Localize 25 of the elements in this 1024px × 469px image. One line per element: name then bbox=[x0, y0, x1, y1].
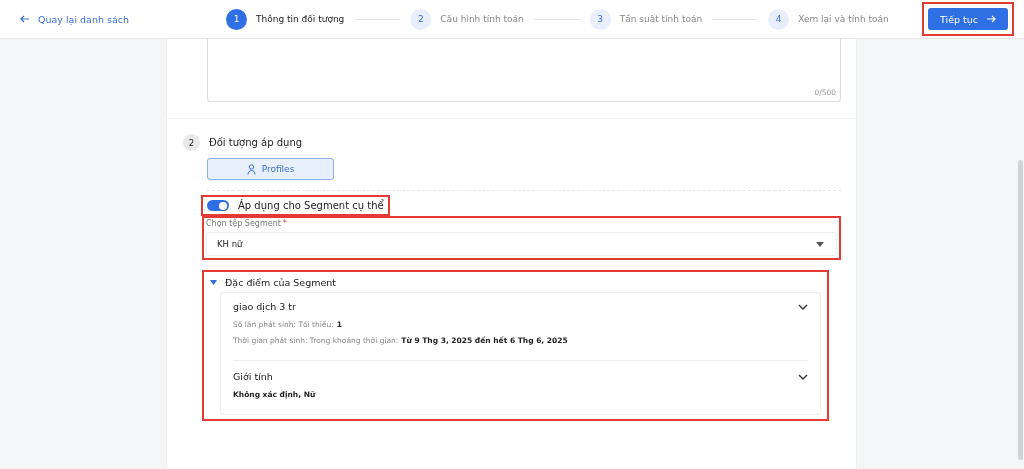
required-mark: * bbox=[282, 219, 287, 228]
toggle-label: Áp dụng cho Segment cụ thể bbox=[238, 200, 384, 211]
collapse-header[interactable]: Đặc điểm của Segment bbox=[210, 272, 821, 292]
step-tab[interactable]: 2 Cấu hình tính toán bbox=[410, 8, 524, 30]
profiles-button[interactable]: Profiles bbox=[207, 158, 334, 180]
arrow-left-icon bbox=[20, 15, 30, 23]
arrow-right-icon bbox=[986, 15, 996, 23]
field-label: Chọn tệp Segment bbox=[206, 219, 281, 228]
step-tab[interactable]: 4 Xem lại và tính toán bbox=[768, 8, 889, 30]
dropdown-caret-icon bbox=[816, 241, 824, 247]
caret-icon bbox=[210, 279, 217, 285]
chevron-down-icon[interactable] bbox=[798, 373, 808, 380]
toggle-switch[interactable] bbox=[207, 200, 229, 211]
chevron-down-icon[interactable] bbox=[798, 303, 808, 310]
back-link[interactable]: Quay lại danh sách bbox=[20, 13, 226, 25]
condition-title: giao dịch 3 tr bbox=[233, 301, 296, 312]
scrollbar[interactable] bbox=[1018, 160, 1023, 460]
section-number: 2 bbox=[183, 134, 200, 151]
condition-title: Giới tính bbox=[233, 371, 273, 382]
step-tab[interactable]: 3 Tần suất tính toán bbox=[589, 8, 703, 30]
continue-button[interactable]: Tiếp tục bbox=[928, 8, 1008, 30]
user-icon bbox=[246, 163, 256, 175]
segment-select[interactable]: KH nữ bbox=[206, 232, 837, 256]
section-title: Đối tượng áp dụng bbox=[209, 137, 303, 148]
step-tab[interactable]: 1 Thông tin đối tượng bbox=[226, 8, 345, 30]
